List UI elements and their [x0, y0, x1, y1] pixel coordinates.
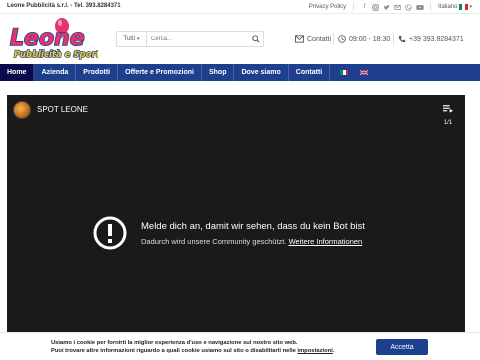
logo-brand-text: Leone — [10, 26, 85, 51]
email-icon[interactable] — [394, 4, 401, 11]
playlist-count: 1/1 — [443, 120, 453, 126]
company-info: Leone Pubblicità s.r.l. - Tel. 393.82843… — [7, 3, 121, 9]
phone-link[interactable]: +39 393.8284371 — [398, 34, 464, 44]
nav-item-prodotti[interactable]: Prodotti — [76, 64, 119, 81]
privacy-policy-link[interactable]: Privacy Policy — [309, 4, 346, 10]
logo-tagline: Pubblicità e Sport — [14, 50, 98, 60]
playlist-button[interactable]: 1/1 — [440, 100, 456, 126]
bot-check-subtext: Dadurch wird unsere Community geschützt. — [141, 237, 287, 246]
bot-check-subtitle: Dadurch wird unsere Community geschützt.… — [141, 237, 362, 246]
opening-hours: 09:00 - 18:30 — [338, 34, 390, 44]
language-label: Italiano — [438, 4, 458, 10]
search-category-label: Tutti — [123, 36, 135, 42]
search-icon — [252, 35, 260, 43]
nav-item-shop[interactable]: Shop — [202, 64, 235, 81]
divider — [430, 3, 432, 11]
accept-cookies-button[interactable]: Accetta — [376, 339, 428, 355]
chevron-down-icon: ▾ — [136, 36, 140, 42]
divider — [353, 3, 355, 11]
search-category-select[interactable]: Tutti ▾ — [117, 32, 147, 46]
language-selector[interactable]: Italiano ▾ — [438, 4, 472, 10]
video-title[interactable]: SPOT LEONE — [37, 105, 88, 114]
facebook-icon[interactable]: f — [361, 4, 368, 11]
search-input[interactable] — [147, 32, 249, 46]
cookie-line-1: Usiamo i cookie per fornirti la miglior … — [51, 340, 298, 346]
channel-avatar[interactable] — [13, 101, 31, 119]
phone-icon — [398, 35, 406, 43]
playlist-icon — [443, 105, 453, 113]
twitter-icon[interactable] — [383, 4, 390, 11]
search-button[interactable] — [249, 32, 263, 46]
phone-icon[interactable] — [405, 3, 412, 11]
top-bar: Leone Pubblicità s.r.l. - Tel. 393.82843… — [0, 0, 480, 14]
nav-item-offerte[interactable]: Offerte e Promozioni — [118, 64, 202, 81]
contacts-label: Contatti — [307, 35, 332, 43]
instagram-icon[interactable] — [372, 3, 379, 11]
cookie-line-2-text: Puoi trovare altre informazioni riguardo… — [51, 348, 298, 354]
flag-it-icon[interactable] — [340, 70, 349, 75]
clock-icon — [338, 35, 346, 43]
envelope-icon — [295, 35, 304, 43]
flag-it-icon — [459, 4, 468, 10]
nav-item-dove-siamo[interactable]: Dove siamo — [234, 64, 289, 81]
cookie-text: Usiamo i cookie per fornirti la miglior … — [51, 339, 381, 355]
nav-item-azienda[interactable]: Azienda — [34, 64, 77, 81]
hours-label: 09:00 - 18:30 — [349, 35, 391, 43]
bot-check-title: Melde dich an, damit wir sehen, dass du … — [141, 221, 365, 232]
contacts-link[interactable]: Contatti — [295, 34, 331, 44]
flag-uk-icon[interactable] — [360, 70, 369, 75]
divider — [333, 33, 334, 45]
video-embed[interactable]: SPOT LEONE 1/1 Melde dich an, damit wir … — [7, 95, 465, 360]
bot-check-message: Melde dich an, damit wir sehen, dass du … — [93, 213, 413, 253]
chevron-down-icon: ▾ — [469, 4, 472, 10]
nav-item-contatti[interactable]: Contatti — [289, 64, 331, 81]
top-bar-right: Privacy Policy f Italiano ▾ — [309, 2, 472, 12]
main-nav: Home Azienda Prodotti Offerte e Promozio… — [0, 64, 480, 81]
youtube-icon[interactable] — [416, 4, 424, 11]
divider — [393, 33, 394, 45]
cookie-banner: Usiamo i cookie per fornirti la miglior … — [0, 332, 480, 360]
cookie-line-2: Puoi trovare altre informazioni riguardo… — [51, 348, 335, 354]
more-info-link[interactable]: Weitere Informationen — [289, 237, 363, 246]
nav-item-home[interactable]: Home — [0, 64, 35, 81]
phone-label: +39 393.8284371 — [409, 35, 464, 43]
site-logo[interactable]: Leone Pubblicità e Sport — [6, 17, 101, 61]
cookie-settings-link[interactable]: impostazioni — [297, 348, 332, 354]
search-bar: Tutti ▾ — [116, 31, 264, 47]
header: Leone Pubblicità e Sport Tutti ▾ Contatt… — [0, 14, 480, 64]
info-icon — [93, 216, 127, 250]
